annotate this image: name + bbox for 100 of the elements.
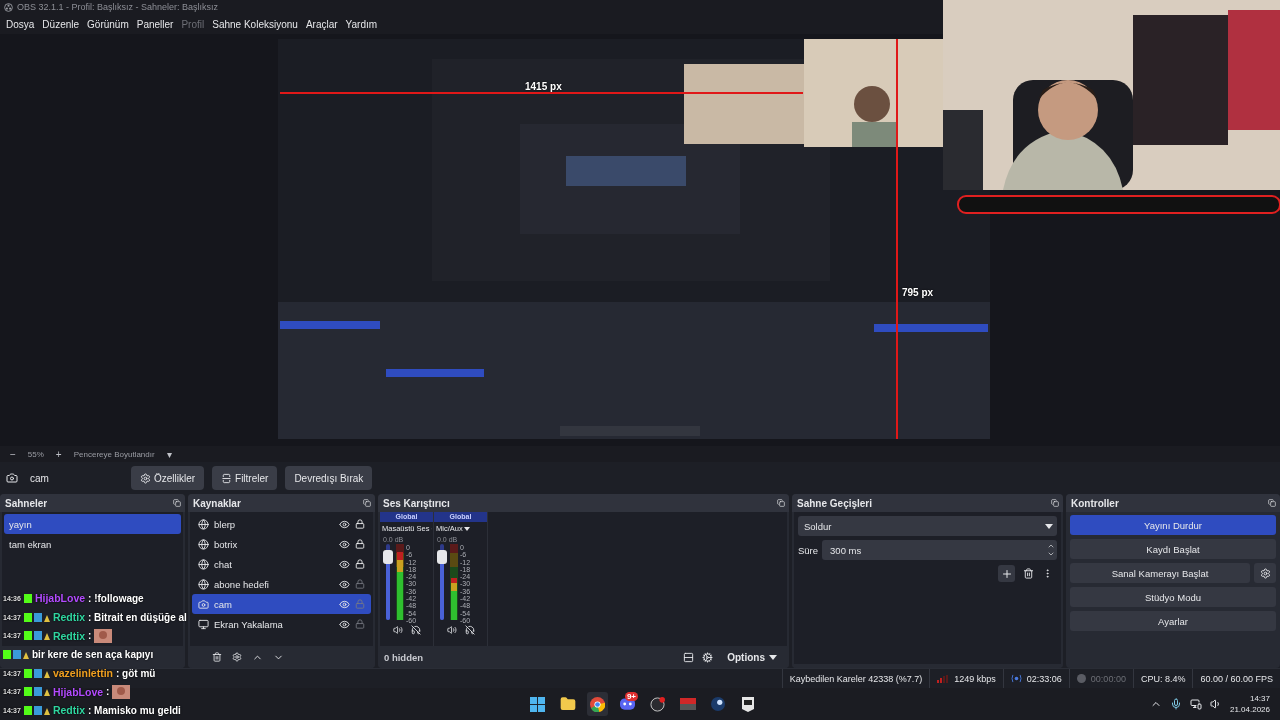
- layout-icon: [683, 651, 695, 663]
- menu-item[interactable]: Yardım: [341, 18, 382, 30]
- browser-icon[interactable]: [587, 692, 608, 716]
- stream-time: 02:33:06: [1026, 673, 1062, 684]
- transition-select[interactable]: Soldur: [798, 516, 1057, 536]
- fit-option: Pencereye Boyutlandır: [73, 449, 155, 459]
- gear-icon: [232, 652, 242, 662]
- headphone-off-icon: [464, 625, 475, 635]
- scene-item[interactable]: yayın: [4, 514, 181, 534]
- menu-item[interactable]: Düzenle: [38, 18, 84, 30]
- menu-item[interactable]: Paneller: [132, 18, 178, 30]
- trash-icon: [1023, 568, 1034, 579]
- source-label: abone hedefi: [214, 578, 270, 590]
- settings-button[interactable]: [1254, 563, 1276, 583]
- source-label: Ekran Yakalama: [214, 618, 284, 630]
- trash-icon: [212, 652, 222, 662]
- eye-icon[interactable]: [339, 618, 350, 630]
- speaker-button[interactable]: [446, 625, 457, 635]
- record-icon: [1076, 674, 1086, 683]
- advanced-settings-button[interactable]: [702, 651, 714, 663]
- start-icon[interactable]: [530, 696, 545, 712]
- source-label: botrix: [214, 538, 239, 550]
- toolbar-button[interactable]: Devredışı Bırak: [285, 466, 373, 490]
- undock-icon[interactable]: [173, 499, 181, 507]
- control-button[interactable]: Sanal Kamerayı Başlat: [1070, 563, 1250, 583]
- control-button[interactable]: Kaydı Başlat: [1070, 539, 1276, 559]
- chat-username: HijabLove: [34, 592, 86, 605]
- speaker-icon: [446, 625, 457, 635]
- chat-message: bir kere de sen aça kapıyı: [32, 648, 154, 660]
- settings-button[interactable]: [232, 652, 242, 662]
- eye-icon[interactable]: [339, 538, 350, 550]
- undock-icon[interactable]: [777, 499, 785, 507]
- chat-username: Redtix: [52, 629, 85, 642]
- undock-icon[interactable]: [1051, 499, 1059, 507]
- broadcast-icon: [1010, 674, 1022, 683]
- toolbar-button[interactable]: Özellikler: [130, 466, 205, 490]
- lock-icon[interactable]: [355, 539, 365, 549]
- menu-item[interactable]: Sahne Koleksiyonu: [208, 18, 302, 30]
- panel-title: Ses Karıştırıcı: [383, 497, 450, 509]
- clock-date: 21.04.2026: [1229, 704, 1270, 715]
- options-button[interactable]: Options: [721, 650, 783, 664]
- camera-icon: [198, 598, 209, 610]
- scene-item[interactable]: tam ekran: [4, 534, 181, 554]
- zoom-in-button[interactable]: +: [51, 448, 66, 460]
- increment-icon[interactable]: [1047, 542, 1055, 550]
- decrement-icon[interactable]: [1047, 550, 1055, 558]
- source-item[interactable]: abone hedefi: [192, 574, 371, 594]
- undock-icon[interactable]: [1268, 499, 1276, 507]
- volume-icon[interactable]: [1209, 698, 1222, 710]
- duration-field[interactable]: 300 ms: [822, 540, 1057, 560]
- delete-button[interactable]: [1023, 565, 1034, 582]
- monitor-off-button[interactable]: [464, 625, 475, 635]
- globe-icon: [198, 578, 209, 590]
- eye-icon[interactable]: [339, 558, 350, 570]
- monitor-icon: [198, 618, 209, 630]
- menu-item[interactable]: Görünüm: [83, 18, 133, 30]
- menu-item[interactable]: Araçlar: [301, 18, 342, 30]
- eye-icon[interactable]: [339, 598, 350, 610]
- volume-slider[interactable]: [440, 544, 444, 620]
- app-logo-icon: [4, 2, 13, 12]
- source-label: cam: [214, 598, 233, 610]
- hidden-count: 0 hidden: [384, 651, 424, 663]
- control-button[interactable]: Ayarlar: [1070, 611, 1276, 631]
- toolbar-button[interactable]: Filtreler: [212, 466, 278, 490]
- delete-button[interactable]: [212, 652, 222, 662]
- chat-username: vazelinlettin: [52, 667, 113, 680]
- monitor-off-button[interactable]: [410, 625, 421, 635]
- lock-icon[interactable]: [355, 559, 365, 569]
- source-item[interactable]: Ekran Yakalama: [192, 614, 371, 634]
- plus-icon: [1000, 567, 1013, 580]
- source-item[interactable]: botrix: [192, 534, 371, 554]
- guide-label: 795 px: [902, 287, 934, 298]
- layout-button[interactable]: [683, 651, 695, 663]
- dropped-frames: Kaybedilen Kareler 42338 (%7.7): [789, 673, 923, 684]
- taskbar-button[interactable]: 9+: [617, 692, 638, 716]
- menu-item[interactable]: Dosya: [2, 18, 39, 30]
- duration-label: Süre: [798, 544, 819, 556]
- lock-icon[interactable]: [355, 519, 365, 529]
- add-button[interactable]: [998, 565, 1015, 582]
- chat-message: : !followage: [88, 592, 144, 604]
- speaker-button[interactable]: [392, 625, 403, 635]
- undock-icon[interactable]: [363, 499, 371, 507]
- source-item[interactable]: chat: [192, 554, 371, 574]
- control-button[interactable]: Yayını Durdur: [1070, 515, 1276, 535]
- network-icon[interactable]: [1189, 698, 1202, 710]
- source-name: cam: [30, 472, 49, 484]
- eye-icon[interactable]: [339, 578, 350, 590]
- microphone-icon[interactable]: [1169, 698, 1182, 710]
- dropdown-caret[interactable]: ▾: [162, 448, 176, 460]
- source-item[interactable]: blerp: [192, 514, 371, 534]
- filter-icon: [221, 472, 233, 484]
- globe-icon: [198, 538, 209, 550]
- gear-icon: [1259, 567, 1271, 579]
- source-item[interactable]: cam: [192, 594, 371, 614]
- headphone-off-icon: [410, 625, 421, 635]
- control-button[interactable]: Stüdyo Modu: [1070, 587, 1276, 607]
- bitrate: 1249 kbps: [954, 673, 996, 684]
- eye-icon[interactable]: [339, 518, 350, 530]
- volume-slider[interactable]: [386, 544, 390, 620]
- zoom-out-button[interactable]: −: [6, 448, 20, 460]
